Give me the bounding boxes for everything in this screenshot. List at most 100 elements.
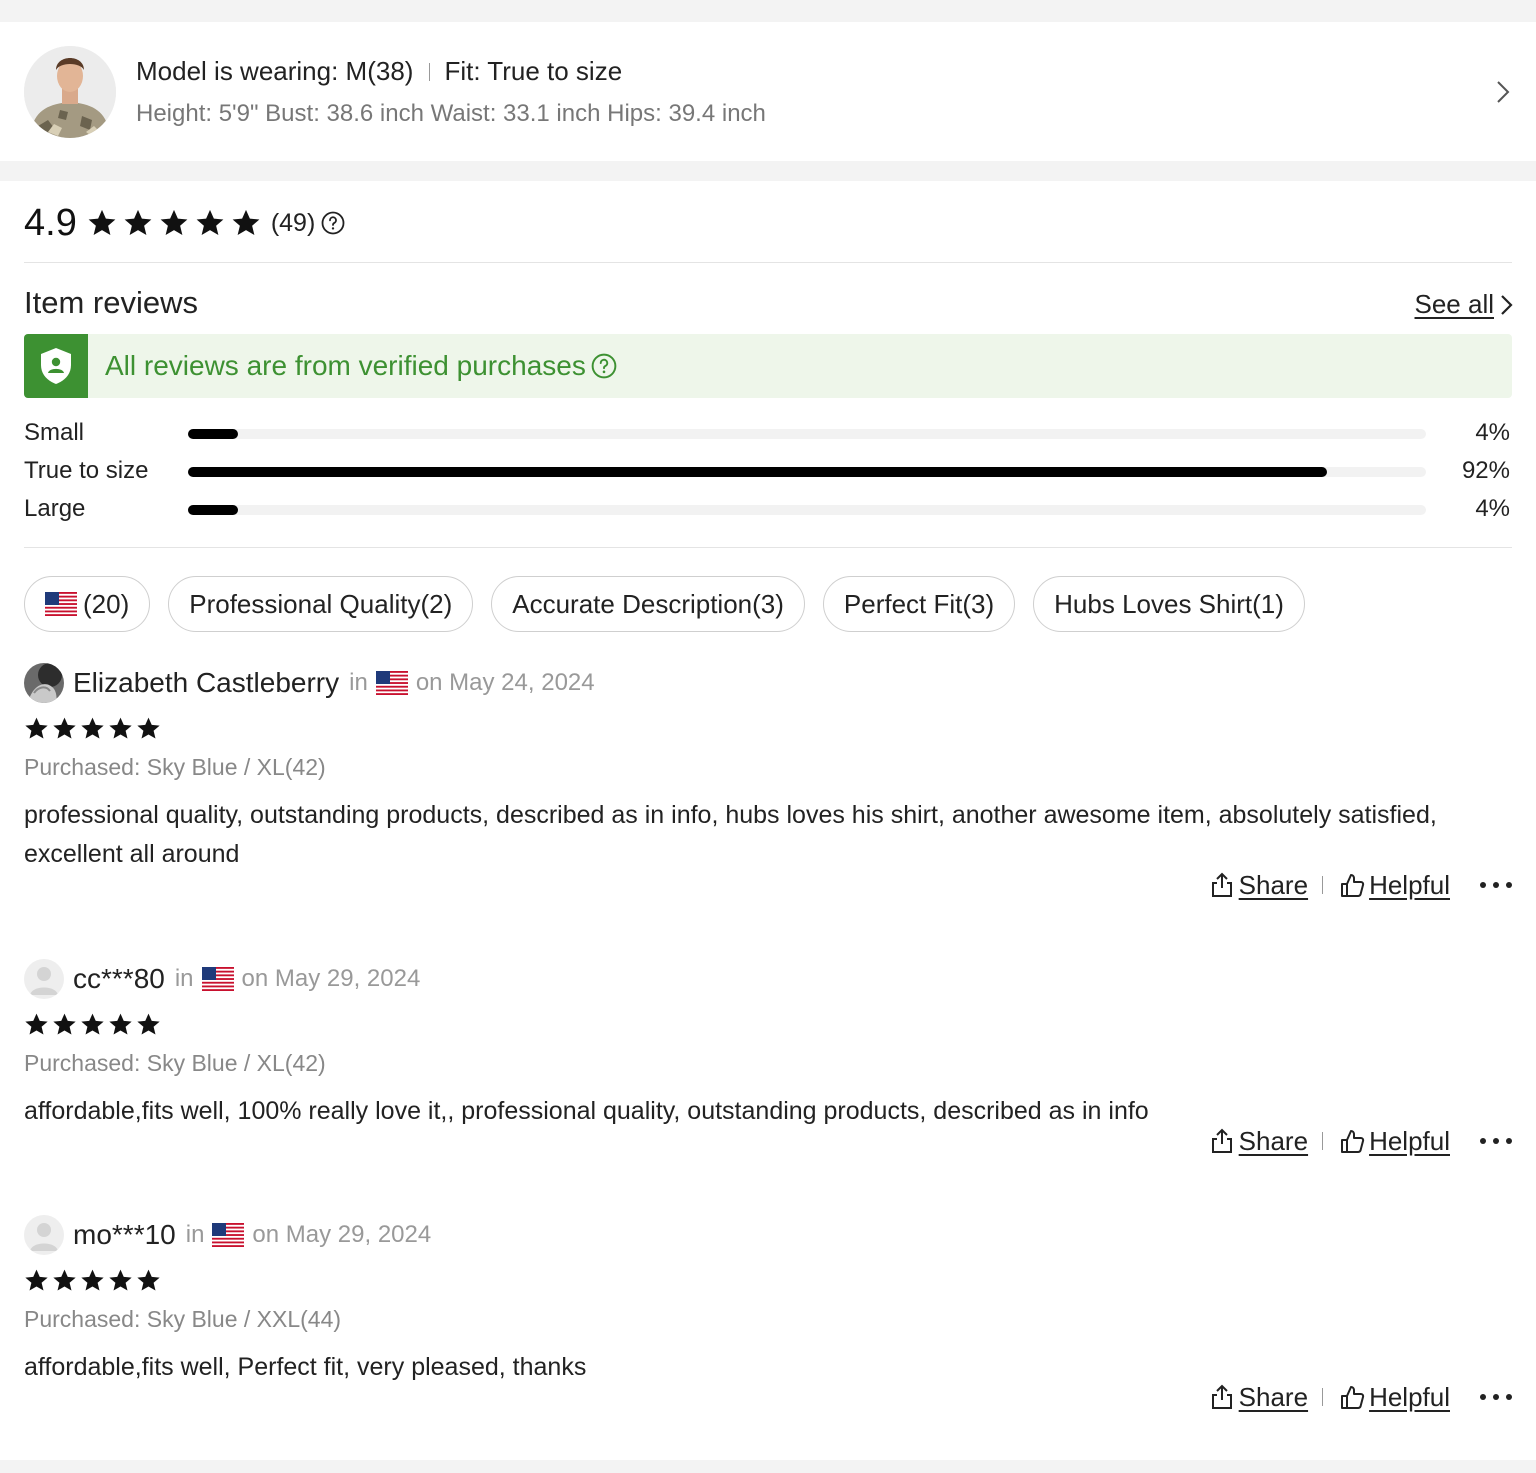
us-flag-icon: [212, 1223, 245, 1247]
share-label: Share: [1238, 1381, 1309, 1412]
review-item: mo***10 in on May 29, 2024 Purchased: Sk…: [24, 1215, 1512, 1412]
star-icon: [196, 209, 224, 235]
star-icon: [137, 1269, 160, 1291]
fit-row-true-to-size: True to size 92%: [24, 457, 1512, 487]
tag-perfect-fit[interactable]: Perfect Fit(3): [822, 576, 1016, 632]
us-flag-icon: [201, 967, 234, 991]
star-icon: [109, 1269, 132, 1291]
fit-label: Small: [24, 419, 85, 446]
rating-stars: [87, 208, 261, 238]
more-options-button[interactable]: [1480, 1132, 1512, 1150]
share-label: Share: [1238, 1125, 1309, 1156]
review-item: cc***80 in on May 29, 2024 Purchased: Sk…: [24, 959, 1512, 1156]
thumbs-up-icon: [1341, 1130, 1365, 1153]
review-date: on May 29, 2024: [252, 1221, 432, 1248]
star-icon: [160, 209, 188, 235]
default-avatar-icon[interactable]: [24, 959, 64, 999]
reviewer-name[interactable]: mo***10: [73, 1219, 176, 1251]
section-title: Item reviews: [24, 285, 198, 320]
fit-percent: 4%: [1475, 495, 1510, 522]
helpful-label: Helpful: [1369, 1381, 1450, 1412]
model-measurements: Height: 5'9" Bust: 38.6 inch Waist: 33.1…: [136, 100, 766, 127]
default-avatar-icon[interactable]: [24, 1215, 64, 1255]
review-item: Elizabeth Castleberry in on May 24, 2024…: [24, 663, 1512, 900]
bottom-gap: [0, 1460, 1536, 1473]
us-flag-icon: [375, 671, 408, 695]
model-fit-line: Model is wearing: M(38) Fit: True to size: [136, 56, 622, 87]
verified-purchases-banner: All reviews are from verified purchases: [24, 334, 1512, 398]
review-date: on May 29, 2024: [241, 965, 421, 992]
fit-percent: 92%: [1461, 457, 1510, 484]
tag-professional-quality[interactable]: Professional Quality(2): [168, 576, 474, 632]
fit-label: True to size: [24, 457, 149, 484]
reviewer-in-label: in: [185, 1221, 205, 1248]
star-icon: [53, 1013, 76, 1035]
fit-label: Large: [24, 495, 86, 522]
fit-bar-track: [188, 467, 1426, 477]
rating-summary: 4.9 (49): [24, 201, 345, 245]
review-actions: Share Helpful: [1209, 868, 1512, 902]
helpful-button[interactable]: Helpful: [1339, 1126, 1450, 1157]
section-gap: [0, 161, 1536, 181]
review-actions: Share Helpful: [1209, 1124, 1512, 1158]
tag-hubs-loves-shirt[interactable]: Hubs Loves Shirt(1): [1033, 576, 1305, 632]
review-header: cc***80 in on May 29, 2024: [24, 959, 1512, 999]
reviewer-name[interactable]: cc***80: [73, 963, 165, 995]
star-icon: [25, 1013, 48, 1035]
fit-row-large: Large 4%: [24, 495, 1512, 525]
us-flag-icon: [45, 592, 77, 616]
more-options-button[interactable]: [1480, 1388, 1512, 1406]
helpful-label: Helpful: [1369, 869, 1450, 900]
see-all-label[interactable]: See all: [1415, 289, 1495, 320]
share-button[interactable]: Share: [1209, 1126, 1308, 1157]
reviewer-name[interactable]: Elizabeth Castleberry: [73, 667, 339, 699]
model-size-card[interactable]: Model is wearing: M(38) Fit: True to size…: [0, 22, 1536, 161]
share-button[interactable]: Share: [1209, 870, 1308, 901]
fit-bar-fill: [188, 467, 1327, 477]
helpful-button[interactable]: Helpful: [1339, 1382, 1450, 1413]
star-icon: [81, 1269, 104, 1291]
shield-box: [24, 334, 88, 398]
helpful-button[interactable]: Helpful: [1339, 870, 1450, 901]
rating-score: 4.9: [24, 201, 77, 244]
reviewer-in-label: in: [174, 965, 194, 992]
avatar[interactable]: [24, 663, 64, 703]
divider: [24, 262, 1512, 263]
fit-bar-fill: [188, 429, 238, 439]
tag-accurate-description[interactable]: Accurate Description(3): [491, 576, 805, 632]
tag-label: Hubs Loves Shirt(1): [1054, 588, 1284, 619]
tag-label: (20): [83, 588, 130, 619]
divider: [1322, 1132, 1324, 1150]
more-options-button[interactable]: [1480, 876, 1512, 894]
chevron-right-icon[interactable]: [1496, 80, 1510, 104]
reviewer-in-label: in: [349, 669, 368, 696]
see-all-link[interactable]: See all: [1415, 289, 1515, 320]
star-icon: [25, 1269, 48, 1291]
star-icon: [81, 1013, 104, 1035]
star-icon: [25, 717, 48, 739]
tag-label: Perfect Fit(3): [843, 588, 995, 619]
review-tag-filters: (20) Professional Quality(2) Accurate De…: [24, 576, 1305, 632]
thumbs-up-icon: [1341, 1386, 1365, 1409]
review-stars: [24, 1012, 1512, 1040]
share-label: Share: [1238, 869, 1309, 900]
divider: [1322, 1388, 1324, 1406]
star-icon: [109, 717, 132, 739]
shield-user-icon: [41, 348, 71, 384]
review-text: professional quality, outstanding produc…: [24, 801, 1437, 868]
star-icon: [124, 209, 152, 235]
question-mark-icon[interactable]: [591, 353, 617, 379]
star-icon: [81, 717, 104, 739]
chevron-right-icon: [1501, 294, 1513, 315]
star-icon: [232, 209, 260, 235]
tag-label: Accurate Description(3): [512, 588, 784, 619]
verified-purchases-text: All reviews are from verified purchases: [105, 350, 586, 381]
share-icon: [1211, 872, 1232, 897]
fit-percent: 4%: [1475, 419, 1510, 446]
review-stars: [24, 1268, 1512, 1296]
question-mark-icon[interactable]: [321, 211, 345, 235]
tag-us-reviews[interactable]: (20): [24, 576, 151, 632]
divider: [24, 547, 1512, 548]
fit-bar-fill: [188, 505, 238, 515]
share-button[interactable]: Share: [1209, 1382, 1308, 1413]
